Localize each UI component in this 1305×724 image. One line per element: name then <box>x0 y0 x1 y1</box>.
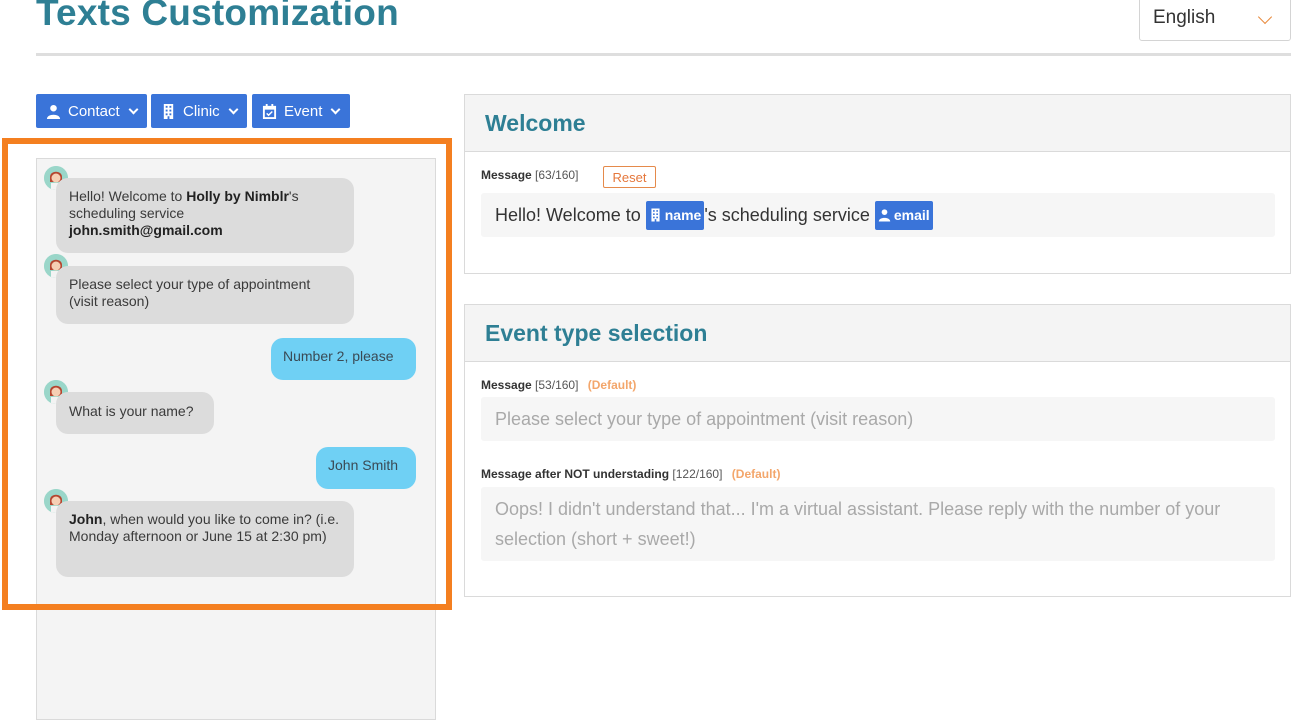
chat-message-bold: John <box>69 511 103 527</box>
default-badge: (Default) <box>587 378 637 392</box>
contact-email-token-label: email <box>893 207 930 223</box>
reset-button[interactable]: Reset <box>603 166 656 188</box>
chat-message-user: John Smith <box>316 447 416 489</box>
chat-message-bot: Hello! Welcome to Holly by Nimblr's sche… <box>56 178 354 253</box>
chevron-down-icon <box>330 104 341 114</box>
welcome-message-label-text: Message <box>481 168 532 182</box>
chat-message-text: Hello! Welcome to <box>69 188 187 204</box>
not-understood-count: [122/160] <box>672 467 723 481</box>
welcome-card-title: Welcome <box>465 95 1290 152</box>
event-message-placeholder: Please select your type of appointment (… <box>495 408 914 429</box>
not-understood-label-text: Message after NOT understading <box>481 467 670 481</box>
user-icon <box>46 104 61 119</box>
event-message-label: Message [53/160] (Default) <box>481 378 636 392</box>
welcome-card: Welcome Message [63/160] Reset Hello! We… <box>464 94 1291 274</box>
event-selection-card-title: Event type selection <box>465 305 1290 362</box>
event-message-count: [53/160] <box>535 378 579 392</box>
chevron-down-icon <box>1257 9 1273 25</box>
clinic-variable-label: Clinic <box>183 102 220 120</box>
chevron-down-icon <box>128 104 139 114</box>
building-icon <box>163 103 174 119</box>
clinic-name-token-label: name <box>664 207 702 223</box>
event-variable-button[interactable]: Event <box>252 94 350 128</box>
calendar-check-icon <box>262 103 277 119</box>
chat-message-text: What is your name? <box>69 403 194 419</box>
texts-customization-page: Texts Customization English Contact Clin… <box>0 0 1305 724</box>
welcome-message-text: Hello! Welcome to <box>495 204 646 225</box>
chat-message-bot: What is your name? <box>56 392 214 434</box>
contact-variable-label: Contact <box>68 102 120 120</box>
chat-message-text: Please select your type of appointment (… <box>69 276 311 309</box>
welcome-message-text: 's scheduling service <box>704 204 875 225</box>
title-divider <box>36 53 1291 56</box>
chat-message-bold: Holly by Nimblr <box>186 188 289 204</box>
not-understood-field[interactable]: Oops! I didn't understand that... I'm a … <box>481 487 1275 561</box>
welcome-message-count: [63/160] <box>535 168 579 182</box>
not-understood-label: Message after NOT understading [122/160]… <box>481 467 780 481</box>
chevron-down-icon <box>228 104 239 114</box>
building-icon <box>651 208 660 222</box>
language-select-value: English <box>1153 6 1216 28</box>
contact-email-token[interactable]: email <box>874 200 933 230</box>
language-select[interactable]: English <box>1139 0 1291 41</box>
chat-message-text: , when would you like to come in? (i.e. … <box>69 511 340 544</box>
clinic-variable-button[interactable]: Clinic <box>151 94 247 128</box>
chat-message-user: Number 2, please <box>271 338 416 380</box>
chat-message-bot: Please select your type of appointment (… <box>56 266 354 324</box>
event-selection-card: Event type selection Message [53/160] (D… <box>464 304 1291 597</box>
event-message-field[interactable]: Please select your type of appointment (… <box>481 397 1275 441</box>
chat-message-email: john.smith@gmail.com <box>69 222 223 238</box>
chat-message-bot: John, when would you like to come in? (i… <box>56 501 354 577</box>
default-badge: (Default) <box>731 467 781 481</box>
chat-message-text: Number 2, please <box>283 348 394 364</box>
welcome-message-field[interactable]: Hello! Welcome to name 's scheduling ser… <box>481 193 1275 237</box>
event-variable-label: Event <box>284 102 323 120</box>
page-title: Texts Customization <box>36 0 399 33</box>
not-understood-placeholder: Oops! I didn't understand that... I'm a … <box>495 499 1221 549</box>
contact-variable-button[interactable]: Contact <box>36 94 147 128</box>
event-message-label-text: Message <box>481 378 532 392</box>
user-icon <box>878 209 891 222</box>
welcome-message-label: Message [63/160] <box>481 168 578 182</box>
clinic-name-token[interactable]: name <box>645 200 705 230</box>
chat-message-text: John Smith <box>328 457 399 473</box>
